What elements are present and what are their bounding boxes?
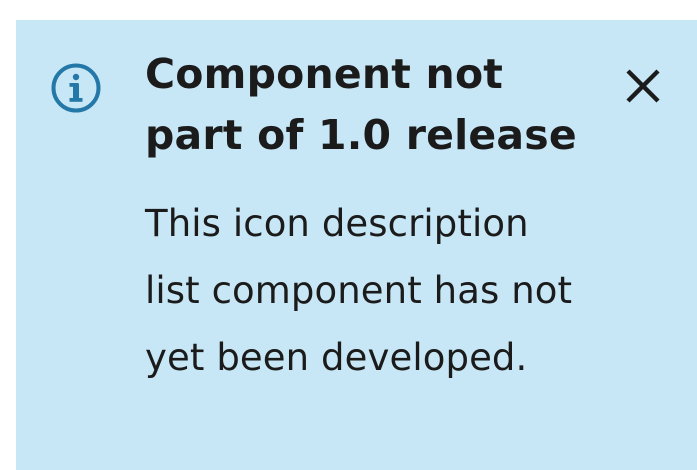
close-icon [626,69,660,103]
alert-title: Component not part of 1.0 release [145,50,577,159]
alert-message: This icon description list component has… [145,202,573,379]
close-button[interactable] [615,58,671,114]
info-icon [51,63,101,113]
